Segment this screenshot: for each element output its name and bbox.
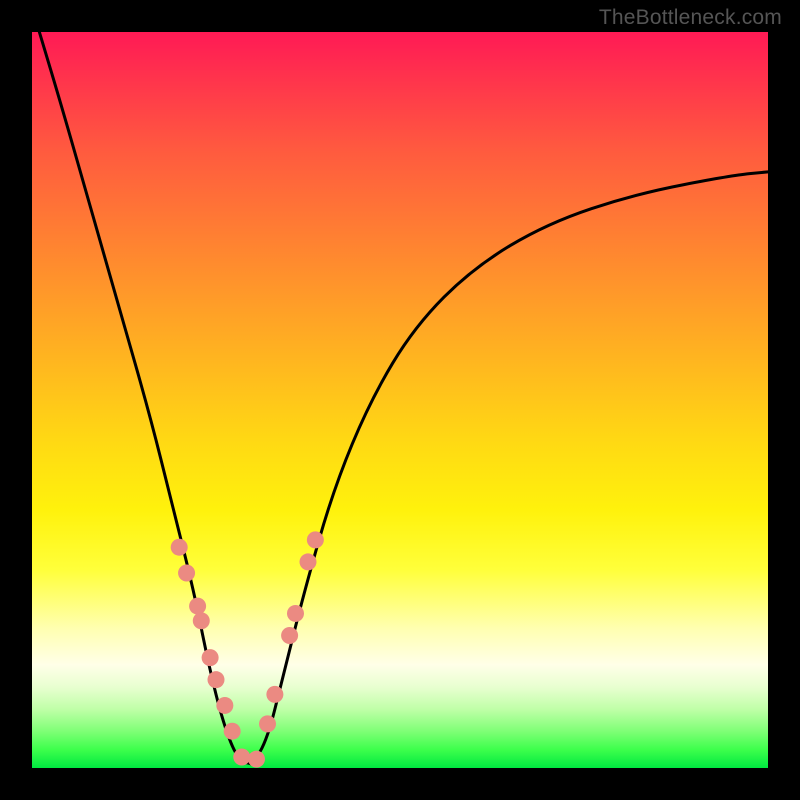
curve-left-branch xyxy=(39,32,252,764)
watermark-text: TheBottleneck.com xyxy=(599,6,782,30)
chart-frame: TheBottleneck.com xyxy=(0,0,800,800)
scatter-dots xyxy=(171,531,324,767)
plot-area xyxy=(32,32,768,768)
curve-right-branch xyxy=(253,172,768,764)
chart-svg xyxy=(32,32,768,768)
